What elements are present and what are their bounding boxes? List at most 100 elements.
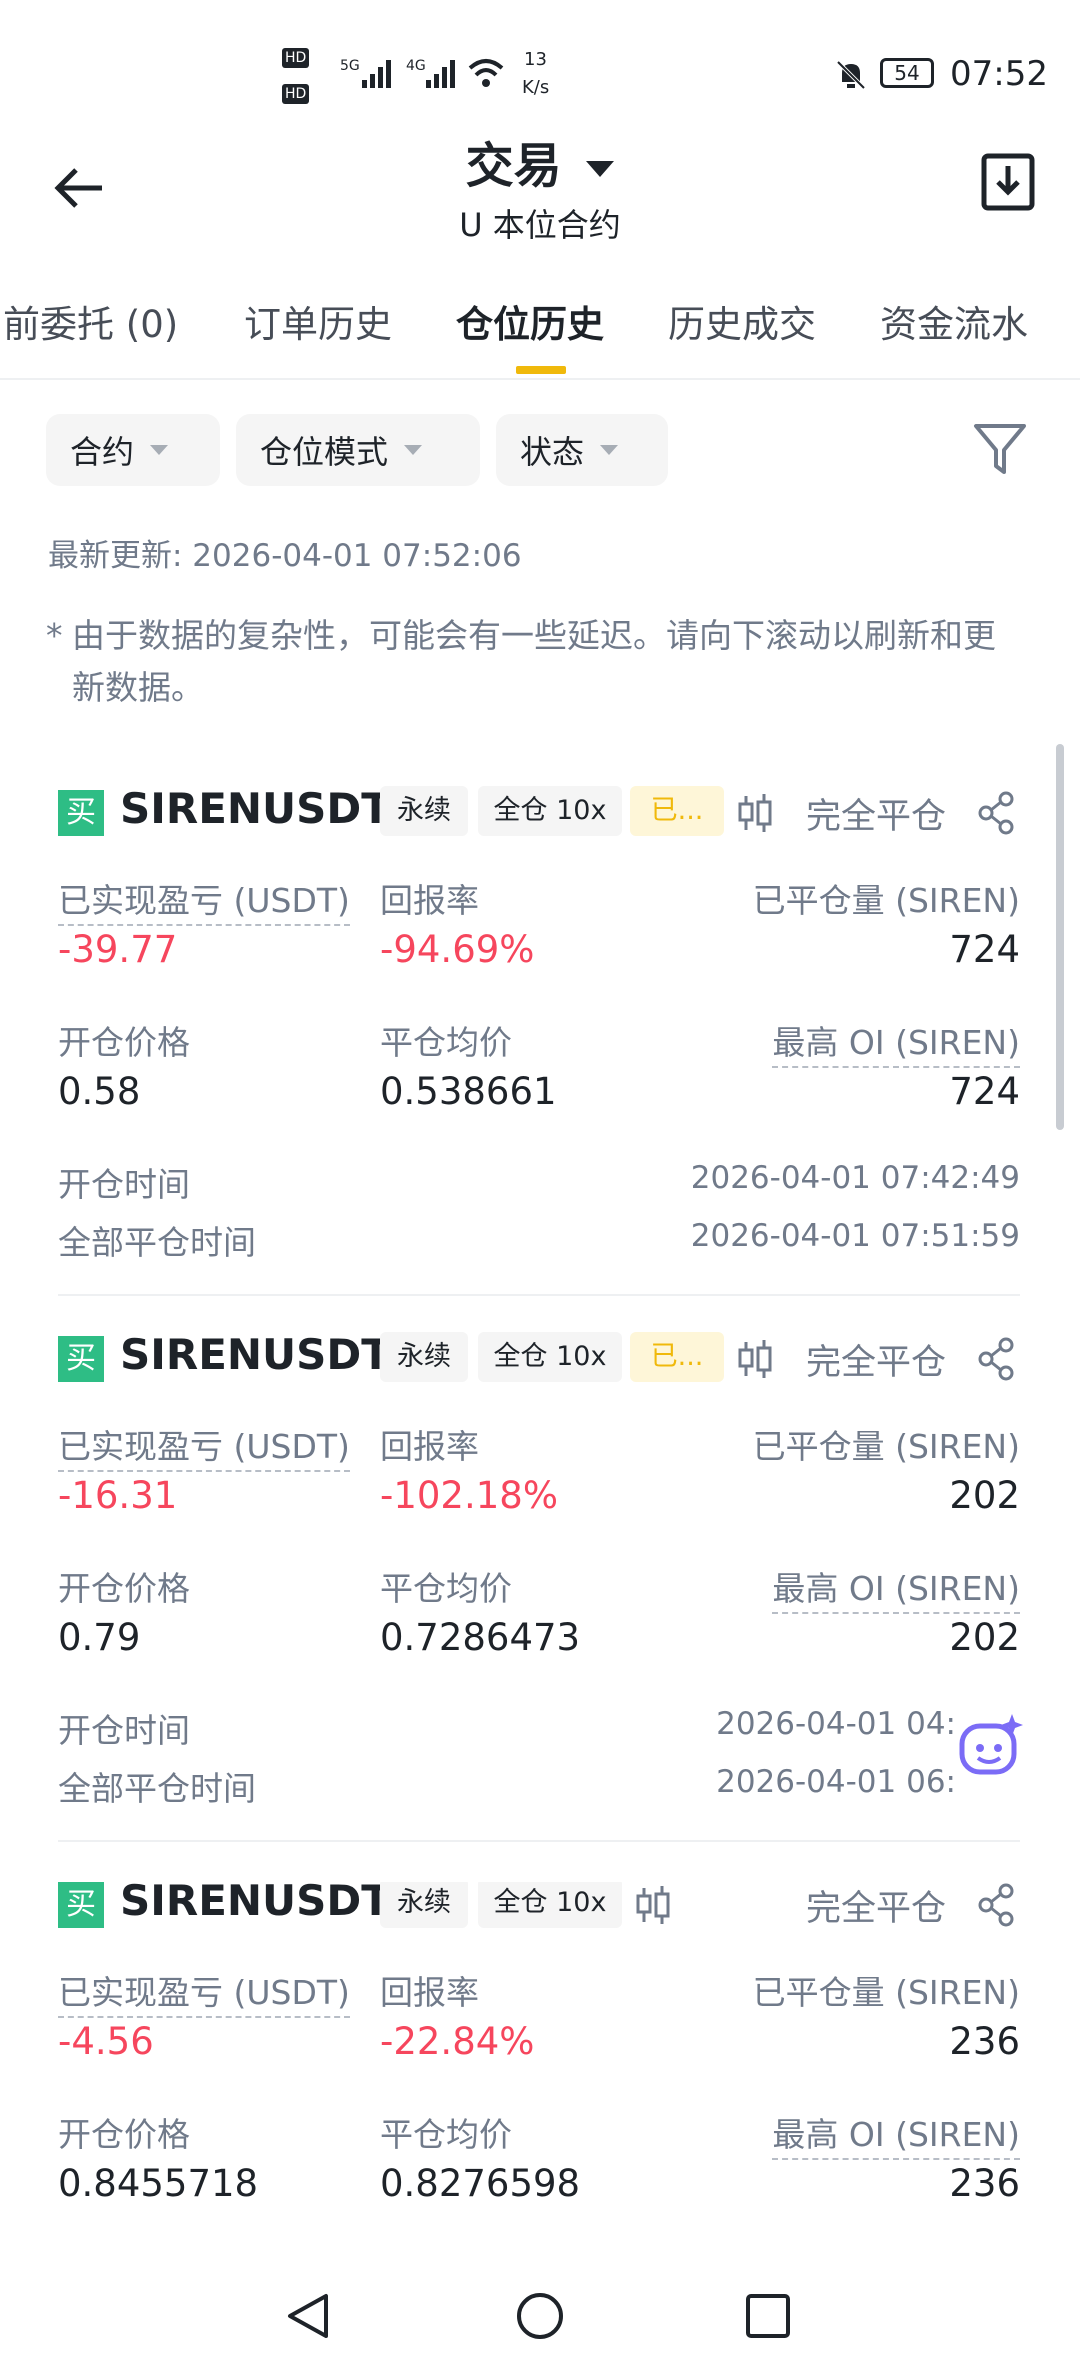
page-title: 交易 bbox=[465, 138, 562, 194]
filter-position-mode[interactable]: 仓位模式 bbox=[236, 414, 480, 486]
page-subtitle: U 本位合约 bbox=[459, 206, 621, 244]
realized-pnl-value: -16.31 bbox=[58, 1474, 178, 1517]
roi-value: -94.69% bbox=[380, 928, 535, 971]
open-price-value: 0.58 bbox=[58, 1070, 141, 1113]
position-card[interactable]: 买 SIRENUSDT 永续 全仓 10x 已... 完全平仓 已实现盈亏 (U… bbox=[58, 1330, 1020, 1816]
perpetual-tag: 永续 bbox=[380, 1882, 468, 1928]
clock: 07:52 bbox=[950, 54, 1048, 94]
card-divider bbox=[58, 1840, 1020, 1842]
position-card[interactable]: 买 SIRENUSDT 永续 全仓 10x 完全平仓 已实现盈亏 (USDT) … bbox=[58, 1882, 1020, 2252]
open-time-value: 2026-04-01 07:42:49 bbox=[690, 1160, 1020, 1196]
title-selector[interactable]: 交易 bbox=[0, 126, 1080, 196]
symbol: SIRENUSDT bbox=[120, 784, 390, 833]
card-divider bbox=[58, 1294, 1020, 1296]
perpetual-tag: 永续 bbox=[380, 786, 468, 836]
signal-bars-icon bbox=[362, 60, 391, 88]
nav-home-icon[interactable] bbox=[514, 2290, 566, 2342]
open-price-label: 开仓价格 bbox=[58, 2115, 190, 2154]
header: 交易 U 本位合约 bbox=[0, 120, 1080, 250]
avg-close-price-value: 0.7286473 bbox=[380, 1616, 581, 1659]
caret-down-icon bbox=[150, 445, 169, 455]
realized-pnl-label[interactable]: 已实现盈亏 (USDT) bbox=[58, 1966, 350, 2018]
candlestick-icon[interactable] bbox=[734, 790, 774, 836]
scrollbar[interactable] bbox=[1056, 744, 1064, 1130]
roi-value: -102.18% bbox=[380, 1474, 558, 1517]
nav-back-icon[interactable] bbox=[282, 2290, 334, 2342]
realized-pnl-label[interactable]: 已实现盈亏 (USDT) bbox=[58, 874, 350, 926]
position-card[interactable]: 买 SIRENUSDT 永续 全仓 10x 已... 完全平仓 已实现盈亏 (U… bbox=[58, 784, 1020, 1270]
tab-order-history[interactable]: 订单历史 bbox=[244, 294, 392, 348]
download-icon[interactable] bbox=[978, 150, 1038, 214]
signal-4g-label: 4G bbox=[406, 58, 426, 74]
buy-badge: 买 bbox=[58, 1882, 104, 1928]
symbol: SIRENUSDT bbox=[120, 1330, 390, 1379]
ai-assistant-icon[interactable] bbox=[950, 1708, 1030, 1788]
share-icon[interactable] bbox=[976, 790, 1016, 836]
realized-pnl-label[interactable]: 已实现盈亏 (USDT) bbox=[58, 1420, 350, 1472]
battery-icon: 54 bbox=[880, 58, 934, 88]
buy-badge: 买 bbox=[58, 1336, 104, 1382]
max-oi-label[interactable]: 最高 OI (SIREN) bbox=[772, 2108, 1020, 2160]
avg-close-price-value: 0.8276598 bbox=[380, 2162, 581, 2205]
caret-down-icon bbox=[586, 161, 615, 177]
full-close-time-value: 2026-04-01 06: bbox=[716, 1764, 956, 1800]
margin-leverage-tag: 全仓 10x bbox=[478, 1882, 622, 1928]
closed-qty-label: 已平仓量 (SIREN) bbox=[752, 1427, 1020, 1466]
tab-position-history[interactable]: 仓位历史 bbox=[456, 294, 604, 348]
closed-qty-value: 724 bbox=[949, 928, 1020, 971]
full-close-time-label: 全部平仓时间 bbox=[58, 1223, 256, 1262]
tab-trade-history[interactable]: 历史成交 bbox=[668, 294, 816, 348]
hd-badge-1: HD bbox=[282, 48, 310, 68]
nav-recents-icon[interactable] bbox=[742, 2290, 794, 2342]
avg-close-price-label: 平仓均价 bbox=[380, 2115, 512, 2154]
avg-close-price-label: 平仓均价 bbox=[380, 1569, 512, 1608]
filter-position-mode-label: 仓位模式 bbox=[260, 433, 389, 471]
signal-bars-icon-2 bbox=[426, 60, 455, 88]
open-time-label: 开仓时间 bbox=[58, 1711, 190, 1750]
filter-status[interactable]: 状态 bbox=[496, 414, 668, 486]
filter-funnel-icon[interactable] bbox=[972, 420, 1028, 480]
open-price-label: 开仓价格 bbox=[58, 1023, 190, 1062]
margin-leverage-tag: 全仓 10x bbox=[478, 1332, 622, 1382]
perpetual-tag: 永续 bbox=[380, 1332, 468, 1382]
open-time-value: 2026-04-01 04: bbox=[716, 1706, 956, 1742]
candlestick-icon[interactable] bbox=[734, 1336, 774, 1382]
full-close-label: 完全平仓 bbox=[806, 1343, 947, 1383]
max-oi-value: 202 bbox=[949, 1616, 1020, 1659]
tab-transaction-history[interactable]: 资金流水 bbox=[880, 294, 1028, 348]
tab-bar: 当前委托 (0) 订单历史 仓位历史 历史成交 资金流水 bbox=[0, 282, 1080, 380]
full-close-label: 完全平仓 bbox=[806, 797, 947, 837]
system-nav-bar bbox=[0, 2256, 1080, 2376]
closed-qty-value: 202 bbox=[949, 1474, 1020, 1517]
open-price-value: 0.8455718 bbox=[58, 2162, 259, 2205]
status-tag: 已... bbox=[630, 786, 724, 836]
delay-note-text: 由于数据的复杂性，可能会有一些延迟。请向下滚动以刷新和更新数据。 bbox=[72, 616, 996, 707]
filter-contract[interactable]: 合约 bbox=[46, 414, 220, 486]
roi-label: 回报率 bbox=[380, 881, 479, 920]
full-close-time-value: 2026-04-01 07:51:59 bbox=[690, 1218, 1020, 1254]
full-close-time-label: 全部平仓时间 bbox=[58, 1769, 256, 1808]
caret-down-icon bbox=[600, 445, 619, 455]
open-price-value: 0.79 bbox=[58, 1616, 141, 1659]
hd-badge-2: HD bbox=[282, 84, 310, 104]
symbol: SIRENUSDT bbox=[120, 1882, 390, 1925]
max-oi-value: 236 bbox=[949, 2162, 1020, 2205]
max-oi-label[interactable]: 最高 OI (SIREN) bbox=[772, 1016, 1020, 1068]
margin-leverage-tag: 全仓 10x bbox=[478, 786, 622, 836]
share-icon[interactable] bbox=[976, 1336, 1016, 1382]
avg-close-price-label: 平仓均价 bbox=[380, 1023, 512, 1062]
caret-down-icon bbox=[404, 445, 423, 455]
closed-qty-label: 已平仓量 (SIREN) bbox=[752, 881, 1020, 920]
tab-open-orders[interactable]: 当前委托 (0) bbox=[0, 294, 178, 348]
signal-5g-label: 5G bbox=[340, 58, 360, 74]
share-icon[interactable] bbox=[976, 1882, 1016, 1928]
battery-level: 54 bbox=[894, 61, 920, 85]
roi-label: 回报率 bbox=[380, 1427, 479, 1466]
net-speed-value: 13 bbox=[524, 49, 547, 70]
mute-bell-icon bbox=[836, 60, 866, 90]
open-time-label: 开仓时间 bbox=[58, 1165, 190, 1204]
realized-pnl-value: -39.77 bbox=[58, 928, 178, 971]
candlestick-icon[interactable] bbox=[632, 1882, 672, 1928]
max-oi-label[interactable]: 最高 OI (SIREN) bbox=[772, 1562, 1020, 1614]
open-price-label: 开仓价格 bbox=[58, 1569, 190, 1608]
